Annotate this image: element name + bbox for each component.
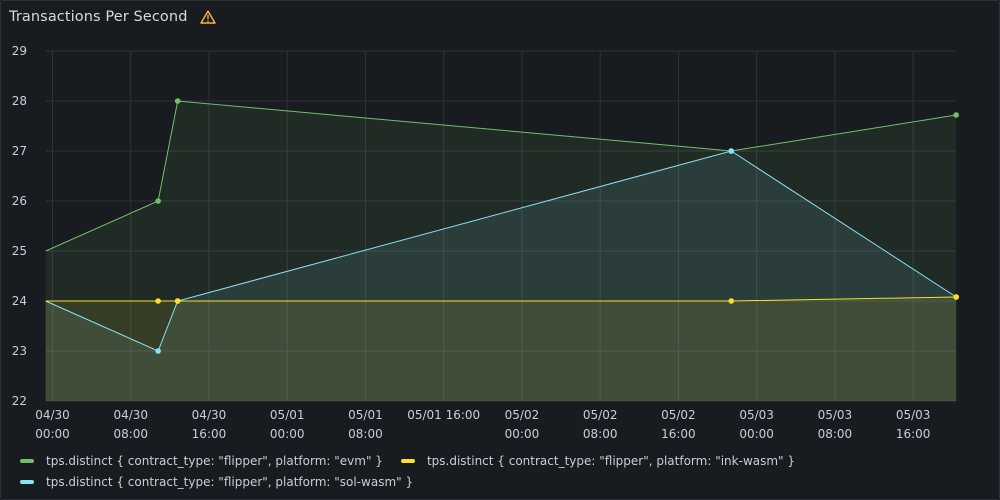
data-point	[728, 298, 735, 304]
x-tick-label: 04/30	[113, 408, 148, 422]
x-tick-label: 05/01	[270, 408, 305, 422]
x-tick-label: 08:00	[583, 427, 618, 441]
x-tick-label: 05/02	[661, 408, 696, 422]
data-point	[174, 98, 181, 104]
x-tick-label: 05/03	[896, 408, 931, 422]
legend-item-ink-wasm[interactable]: tps.distinct { contract_type: "flipper",…	[400, 453, 796, 468]
data-point	[728, 148, 735, 154]
x-tick-label: 00:00	[739, 427, 774, 441]
y-tick-label: 27	[12, 144, 27, 158]
x-tick-label: 08:00	[113, 427, 148, 441]
x-tick-label: 00:00	[35, 427, 70, 441]
y-tick-label: 24	[12, 294, 27, 308]
x-tick-label: 05/03	[818, 408, 853, 422]
x-tick-label: 04/30	[35, 408, 70, 422]
x-tick-label: 05/01 16:00	[407, 408, 480, 422]
legend-label-sol-wasm: tps.distinct { contract_type: "flipper",…	[46, 474, 414, 489]
y-tick-label: 26	[12, 194, 27, 208]
x-tick-label: 05/02	[583, 408, 618, 422]
x-tick-label: 05/03	[739, 408, 774, 422]
y-tick-label: 28	[12, 94, 27, 108]
x-tick-label: 00:00	[505, 427, 540, 441]
x-tick-label: 08:00	[348, 427, 383, 441]
legend-swatch-sol-wasm	[20, 479, 34, 484]
x-tick-label: 16:00	[192, 427, 227, 441]
legend-item-sol-wasm[interactable]: tps.distinct { contract_type: "flipper",…	[20, 475, 413, 489]
legend: tps.distinct { contract_type: "flipper",…	[20, 450, 980, 492]
data-point	[953, 112, 959, 118]
y-tick-label: 23	[12, 344, 27, 358]
y-tick-label: 29	[12, 44, 27, 58]
legend-swatch-evm	[20, 458, 34, 463]
x-tick-label: 00:00	[270, 427, 305, 441]
data-point	[155, 348, 161, 354]
x-tick-label: 04/30	[192, 408, 227, 422]
x-tick-label: 05/02	[505, 408, 540, 422]
y-tick-label: 25	[12, 244, 27, 258]
legend-row: tps.distinct { contract_type: "flipper",…	[20, 471, 980, 492]
legend-label-evm: tps.distinct { contract_type: "flipper",…	[46, 453, 383, 468]
legend-label-ink-wasm: tps.distinct { contract_type: "flipper",…	[426, 453, 796, 468]
data-point	[155, 198, 161, 204]
x-tick-label: 05/01	[348, 408, 383, 422]
legend-swatch-ink-wasm	[400, 458, 415, 463]
x-tick-label: 16:00	[896, 427, 931, 441]
data-point	[155, 298, 161, 304]
series-area	[45, 297, 957, 401]
x-tick-label: 08:00	[818, 427, 853, 441]
tps-chart[interactable]: 22 23 24 25 26 27 28 29 04/30 00:00 04/30 08:00 04/3…	[0, 0, 1000, 450]
data-point	[953, 294, 959, 300]
legend-row: tps.distinct { contract_type: "flipper",…	[20, 450, 980, 471]
x-tick-label: 16:00	[661, 427, 696, 441]
y-tick-label: 22	[12, 394, 27, 408]
legend-item-evm[interactable]: tps.distinct { contract_type: "flipper",…	[20, 454, 383, 468]
data-point	[174, 298, 181, 304]
